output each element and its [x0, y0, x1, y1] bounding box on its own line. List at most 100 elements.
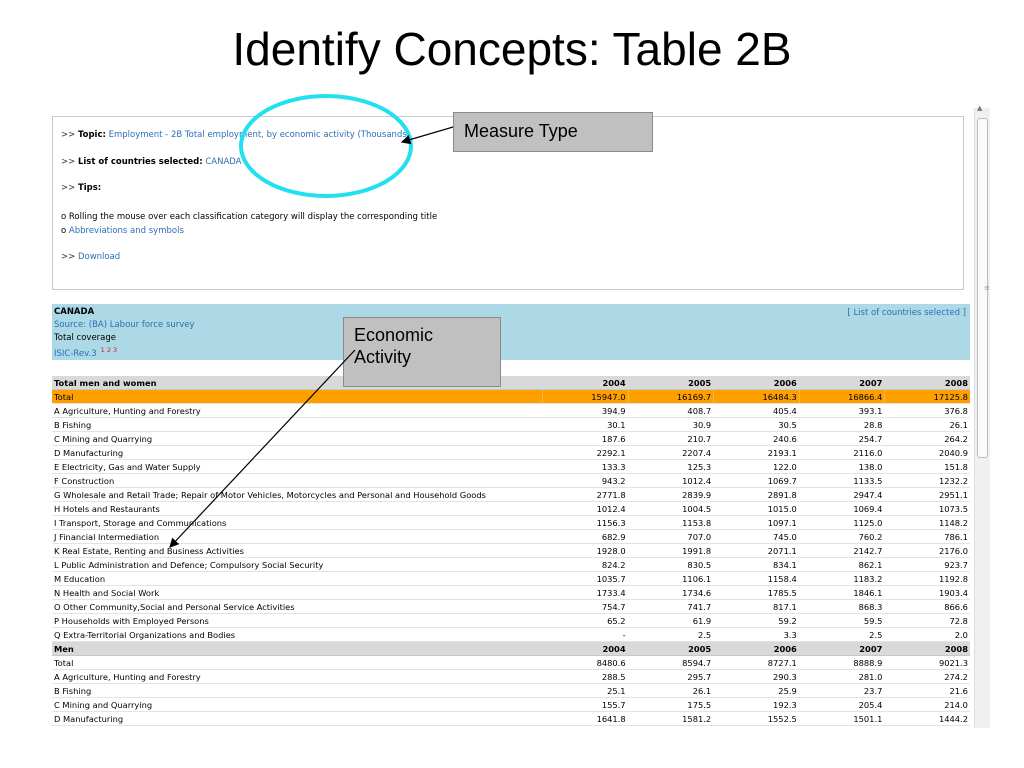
table-cell: 1156.3	[596, 518, 626, 528]
table-cell: 9021.3	[938, 658, 968, 668]
table-cell: 25.9	[778, 686, 797, 696]
row-label[interactable]: P Households with Employed Persons	[52, 614, 542, 627]
table-row: M Education 1035.7 1106.1 1158.4 1183.2 1192.…	[52, 572, 970, 586]
table-cell: 866.6	[944, 602, 968, 612]
row-label[interactable]: A Agriculture, Hunting and Forestry	[52, 670, 542, 683]
row-label[interactable]: F Construction	[52, 474, 542, 487]
table-cell: 2.5	[869, 630, 883, 640]
download-line: >> Download	[61, 252, 120, 262]
table-cell: 2947.4	[853, 490, 883, 500]
table-cell: 8727.1	[767, 658, 797, 668]
table-cell: 23.7	[863, 686, 883, 696]
row-label[interactable]: D Manufacturing	[52, 712, 542, 725]
table-cell: 214.0	[944, 700, 968, 710]
tip-item-2: o Abbreviations and symbols	[61, 226, 184, 236]
row-label[interactable]: J Financial Intermediation	[52, 530, 542, 543]
table-cell: 1733.4	[596, 588, 626, 598]
table-cell: 707.0	[687, 532, 712, 542]
table-cell: 2176.0	[938, 546, 968, 556]
table-cell: 2193.1	[767, 448, 797, 458]
row-label[interactable]: H Hotels and Restaurants	[52, 502, 542, 515]
table-cell: 205.4	[858, 700, 883, 710]
table-cell: 16169.7	[627, 390, 714, 403]
table-cell: -	[622, 630, 626, 640]
row-label[interactable]: Q Extra-Territorial Organizations and Bo…	[52, 628, 542, 641]
row-label[interactable]: A Agriculture, Hunting and Forestry	[52, 404, 542, 417]
table-cell: 1153.8	[682, 518, 712, 528]
row-label[interactable]: B Fishing	[52, 684, 542, 697]
table-cell: 2839.9	[682, 490, 712, 500]
bullet-icon: o	[61, 212, 67, 222]
table-cell: 17125.8	[884, 390, 970, 403]
table-row: H Hotels and Restaurants 1012.4 1004.5 1015…	[52, 502, 970, 516]
row-label[interactable]: C Mining and Quarrying	[52, 432, 542, 445]
table-section-header: Total men and women 2004 2005 2006 2007 2008	[52, 376, 970, 390]
classification-line: ISIC-Rev.3 1 2 3	[54, 346, 117, 359]
table-row: J Financial Intermediation 682.9 707.0 745.…	[52, 530, 970, 544]
row-label[interactable]: M Education	[52, 572, 542, 585]
table-row: B Fishing 30.1 30.9 30.5 28.8 26.1	[52, 418, 970, 432]
table-cell: 1158.4	[767, 574, 797, 584]
table-cell: 760.2	[858, 532, 883, 542]
table-row: O Other Community,Social and Personal Se…	[52, 600, 970, 614]
year-header: 2006	[773, 378, 797, 388]
table-cell: 830.5	[687, 560, 712, 570]
scroll-up-icon[interactable]: ▲	[977, 104, 982, 112]
table-row: I Transport, Storage and Communications 1…	[52, 516, 970, 530]
table-cell: 1785.5	[767, 588, 797, 598]
row-label[interactable]: Total	[52, 656, 542, 669]
topic-label: Topic:	[77, 130, 106, 140]
table-row: Q Extra-Territorial Organizations and Bo…	[52, 628, 970, 642]
table-cell: 1012.4	[596, 504, 626, 514]
arrows-icon: >>	[61, 252, 76, 262]
table-cell: 1004.5	[682, 504, 712, 514]
year-header: 2004	[602, 378, 626, 388]
row-label[interactable]: B Fishing	[52, 418, 542, 431]
notes-links[interactable]: 1 2 3	[101, 346, 118, 354]
row-label[interactable]: K Real Estate, Renting and Business Acti…	[52, 544, 542, 557]
table-cell: 1192.8	[938, 574, 968, 584]
list-countries-link[interactable]: [ List of countries selected ]	[847, 308, 966, 318]
table-cell: 2771.8	[596, 490, 626, 500]
download-link[interactable]: Download	[78, 252, 120, 262]
row-label[interactable]: I Transport, Storage and Communications	[52, 516, 542, 529]
row-label[interactable]: L Public Administration and Defence; Com…	[52, 558, 542, 571]
table-cell: 30.5	[778, 420, 797, 430]
table-row: B Fishing 25.1 26.1 25.9 23.7 21.6	[52, 684, 970, 698]
row-label[interactable]: O Other Community,Social and Personal Se…	[52, 600, 542, 613]
row-label[interactable]: C Mining and Quarrying	[52, 698, 542, 711]
year-header: 2007	[859, 378, 883, 388]
table-cell: 1069.7	[767, 476, 797, 486]
abbreviations-link[interactable]: Abbreviations and symbols	[69, 226, 184, 236]
table-cell: 274.2	[944, 672, 968, 682]
row-label[interactable]: Total	[52, 390, 542, 403]
table-cell: 1734.6	[682, 588, 712, 598]
table-cell: 138.0	[858, 462, 883, 472]
table-cell: 288.5	[601, 672, 626, 682]
arrows-icon: >>	[61, 130, 76, 140]
topic-link[interactable]: Employment - 2B Total employment, by eco…	[109, 130, 410, 140]
source-link[interactable]: Source: (BA) Labour force survey	[54, 320, 195, 330]
row-label[interactable]: G Wholesale and Retail Trade; Repair of …	[52, 488, 542, 501]
table-cell: 151.8	[944, 462, 968, 472]
table-cell: 868.3	[858, 602, 883, 612]
tip-item-1: o Rolling the mouse over each classifica…	[61, 212, 437, 222]
row-label[interactable]: N Health and Social Work	[52, 586, 542, 599]
table-row: P Households with Employed Persons 65.2 61…	[52, 614, 970, 628]
table-cell: 16484.3	[713, 390, 799, 403]
countries-link[interactable]: CANADA	[205, 157, 241, 167]
table-cell: 187.6	[601, 434, 626, 444]
table-cell: 1552.5	[767, 714, 797, 724]
table-cell: 745.0	[773, 532, 797, 542]
table-cell: 26.1	[692, 686, 712, 696]
economic-activity-callout: Economic Activity	[343, 317, 501, 387]
table-cell: 28.8	[863, 420, 883, 430]
row-label[interactable]: E Electricity, Gas and Water Supply	[52, 460, 542, 473]
row-label[interactable]: D Manufacturing	[52, 446, 542, 459]
table-cell: 3.3	[783, 630, 797, 640]
economic-activity-label-1: Economic	[354, 325, 434, 345]
table-cell: 1903.4	[938, 588, 968, 598]
classification-link[interactable]: ISIC-Rev.3	[54, 349, 97, 359]
table-cell: 240.6	[773, 434, 797, 444]
table-row: A Agriculture, Hunting and Forestry 288.5…	[52, 670, 970, 684]
